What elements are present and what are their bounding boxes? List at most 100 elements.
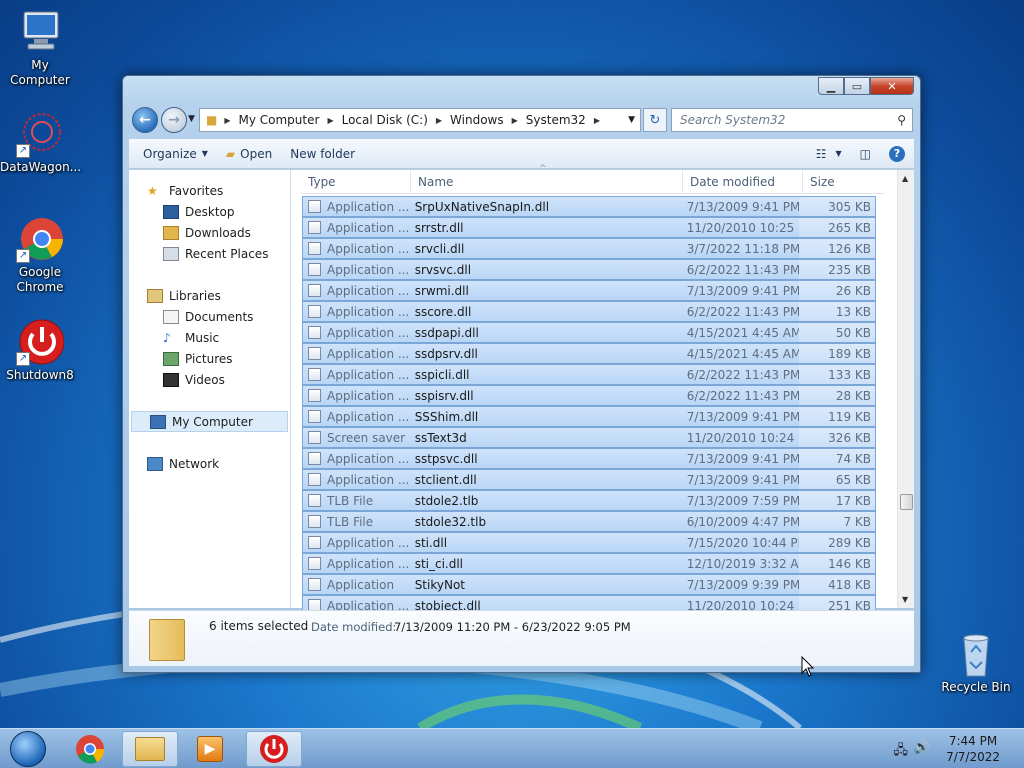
nav-pictures[interactable]: Pictures <box>129 348 290 369</box>
file-row[interactable]: Application ... sti.dll 7/15/2020 10:44 PM… <box>302 532 876 553</box>
file-name[interactable]: ssdpsrv.dll <box>413 344 682 363</box>
file-name[interactable]: ssText3d <box>413 428 682 447</box>
nav-desktop[interactable]: Desktop <box>129 201 290 222</box>
nav-downloads[interactable]: Downloads <box>129 222 290 243</box>
preview-pane-button[interactable]: ◫ <box>851 142 880 166</box>
file-row[interactable]: Application ... sstpsvc.dll 7/13/2009 9:41… <box>302 448 876 469</box>
file-name[interactable]: sscore.dll <box>413 302 682 321</box>
column-date-modified[interactable]: Date modified <box>683 170 803 193</box>
breadcrumb-windows[interactable]: Windows <box>445 113 509 127</box>
breadcrumb-arrow-icon[interactable]: ▶ <box>433 116 445 125</box>
column-name[interactable]: Name ^ <box>411 164 683 193</box>
maximize-button[interactable]: ▭ <box>844 77 870 95</box>
breadcrumb-arrow-icon[interactable]: ▶ <box>509 116 521 125</box>
nav-network[interactable]: Network <box>129 453 290 474</box>
address-bar[interactable]: ■ ▶ My Computer ▶ Local Disk (C:) ▶ Wind… <box>199 108 641 132</box>
address-dropdown-icon[interactable]: ▼ <box>628 115 640 125</box>
clock[interactable]: 7:44 PM 7/7/2022 <box>946 733 1000 765</box>
file-name[interactable]: sstpsvc.dll <box>413 449 682 468</box>
file-row[interactable]: Application ... srvcli.dll 3/7/2022 11:18 … <box>302 238 876 259</box>
close-button[interactable]: ✕ <box>870 77 914 95</box>
file-name[interactable]: StikyNot <box>413 575 682 594</box>
scroll-down-icon[interactable]: ▼ <box>902 595 908 604</box>
file-row[interactable]: Application ... sti_ci.dll 12/10/2019 3:32… <box>302 553 876 574</box>
breadcrumb-arrow-icon[interactable]: ▶ <box>324 116 336 125</box>
breadcrumb-local-disk[interactable]: Local Disk (C:) <box>337 113 433 127</box>
file-name[interactable]: srrstr.dll <box>413 218 682 237</box>
minimize-button[interactable]: ▁ <box>818 77 844 95</box>
file-row[interactable]: Application ... srvsvc.dll 6/2/2022 11:43 … <box>302 259 876 280</box>
vertical-scrollbar[interactable]: ▲ ▼ <box>897 170 914 608</box>
column-size[interactable]: Size <box>803 170 884 193</box>
nav-music[interactable]: ♪ Music <box>129 327 290 348</box>
nav-libraries[interactable]: Libraries <box>129 285 290 306</box>
desktop-icon-google-chrome[interactable]: ↗ Google Chrome <box>0 215 80 295</box>
file-name[interactable]: stclient.dll <box>413 470 682 489</box>
nav-videos[interactable]: Videos <box>129 369 290 390</box>
file-name[interactable]: srvcli.dll <box>413 239 682 258</box>
help-button[interactable]: ? <box>880 142 914 166</box>
file-name[interactable]: sti_ci.dll <box>413 554 682 573</box>
file-row[interactable]: Application ... stclient.dll 7/13/2009 9:4… <box>302 469 876 490</box>
column-type[interactable]: Type <box>301 170 411 193</box>
file-name[interactable]: sti.dll <box>413 533 682 552</box>
file-row[interactable]: Application ... ssdpsrv.dll 4/15/2021 4:45… <box>302 343 876 364</box>
taskbar-media-player[interactable]: ▶ <box>182 731 238 767</box>
file-row[interactable]: Application ... ssdpapi.dll 4/15/2021 4:45… <box>302 322 876 343</box>
taskbar-shutdown8[interactable] <box>246 731 302 767</box>
taskbar-chrome[interactable] <box>62 731 118 767</box>
file-row[interactable]: Application ... SSShim.dll 7/13/2009 9:41 … <box>302 406 876 427</box>
network-tray-icon[interactable]: 🖧 <box>894 741 909 763</box>
file-row[interactable]: TLB File stdole2.tlb 7/13/2009 7:59 PM 17 K… <box>302 490 876 511</box>
nav-documents[interactable]: Documents <box>129 306 290 327</box>
file-row[interactable]: Application ... srwmi.dll 7/13/2009 9:41 P… <box>302 280 876 301</box>
file-name[interactable]: sspisrv.dll <box>413 386 682 405</box>
organize-button[interactable]: Organize ▼ <box>129 142 217 166</box>
file-row[interactable]: Application StikyNot 7/13/2009 9:39 PM 418 … <box>302 574 876 595</box>
taskbar-explorer[interactable] <box>122 731 178 767</box>
file-type: Application ... <box>303 323 413 342</box>
history-dropdown-icon[interactable]: ▼ <box>188 114 195 124</box>
file-row[interactable]: TLB File stdole32.tlb 6/10/2009 4:47 PM 7 K… <box>302 511 876 532</box>
file-name[interactable]: srwmi.dll <box>413 281 682 300</box>
forward-button[interactable]: → <box>161 107 187 133</box>
nav-recent-places[interactable]: Recent Places <box>129 243 290 264</box>
nav-favorites[interactable]: ★ Favorites <box>129 180 290 201</box>
maximize-icon: ▭ <box>851 79 863 93</box>
file-name[interactable]: stdole2.tlb <box>413 491 682 510</box>
desktop-icon-shutdown8[interactable]: ↗ Shutdown8 <box>0 318 80 383</box>
volume-tray-icon[interactable]: 🔊 <box>914 740 930 755</box>
breadcrumb-arrow-icon[interactable]: ▶ <box>221 116 233 125</box>
file-list[interactable]: Type Name ^ Date modified Size Applicatio… <box>292 164 914 616</box>
scroll-up-icon[interactable]: ▲ <box>902 174 908 183</box>
desktop-icon-my-computer[interactable]: My Computer <box>0 8 80 88</box>
open-button[interactable]: ▰ Open <box>217 142 281 166</box>
breadcrumb-my-computer[interactable]: My Computer <box>234 113 325 127</box>
new-folder-button[interactable]: New folder <box>281 142 364 166</box>
refresh-button[interactable]: ↻ <box>643 108 667 132</box>
file-name[interactable]: ssdpapi.dll <box>413 323 682 342</box>
scroll-thumb[interactable] <box>900 494 913 510</box>
file-row[interactable]: Application ... SrpUxNativeSnapIn.dll 7/13… <box>302 196 876 217</box>
file-row[interactable]: Application ... sspisrv.dll 6/2/2022 11:43… <box>302 385 876 406</box>
file-row[interactable]: Application ... sscore.dll 6/2/2022 11:43 … <box>302 301 876 322</box>
nav-my-computer[interactable]: My Computer <box>131 411 288 432</box>
explorer-window[interactable]: ▁ ▭ ✕ ← → ▼ ■ ▶ My Computer ▶ Local Disk… <box>122 75 921 673</box>
file-row[interactable]: Application ... sspicli.dll 6/2/2022 11:43… <box>302 364 876 385</box>
file-row[interactable]: Screen saver ssText3d 11/20/2010 10:24 ...… <box>302 427 876 448</box>
file-name[interactable]: SrpUxNativeSnapIn.dll <box>413 197 682 216</box>
file-name[interactable]: sspicli.dll <box>413 365 682 384</box>
search-input[interactable]: Search System32 ⚲ <box>671 108 913 132</box>
file-name[interactable]: stdole32.tlb <box>413 512 682 531</box>
start-button[interactable] <box>0 731 56 767</box>
desktop-icon-datawagon[interactable]: ↗ DataWagon... <box>0 110 81 175</box>
file-row[interactable]: Application ... srrstr.dll 11/20/2010 10:2… <box>302 217 876 238</box>
file-name[interactable]: SSShim.dll <box>413 407 682 426</box>
back-button[interactable]: ← <box>132 107 158 133</box>
breadcrumb-arrow-icon[interactable]: ▶ <box>591 116 603 125</box>
view-options-button[interactable]: ☷ ▼ <box>807 142 851 166</box>
file-name[interactable]: srvsvc.dll <box>413 260 682 279</box>
preview-pane-icon: ◫ <box>859 146 871 161</box>
desktop-icon-recycle-bin[interactable]: Recycle Bin <box>936 630 1016 695</box>
breadcrumb-system32[interactable]: System32 <box>521 113 591 127</box>
